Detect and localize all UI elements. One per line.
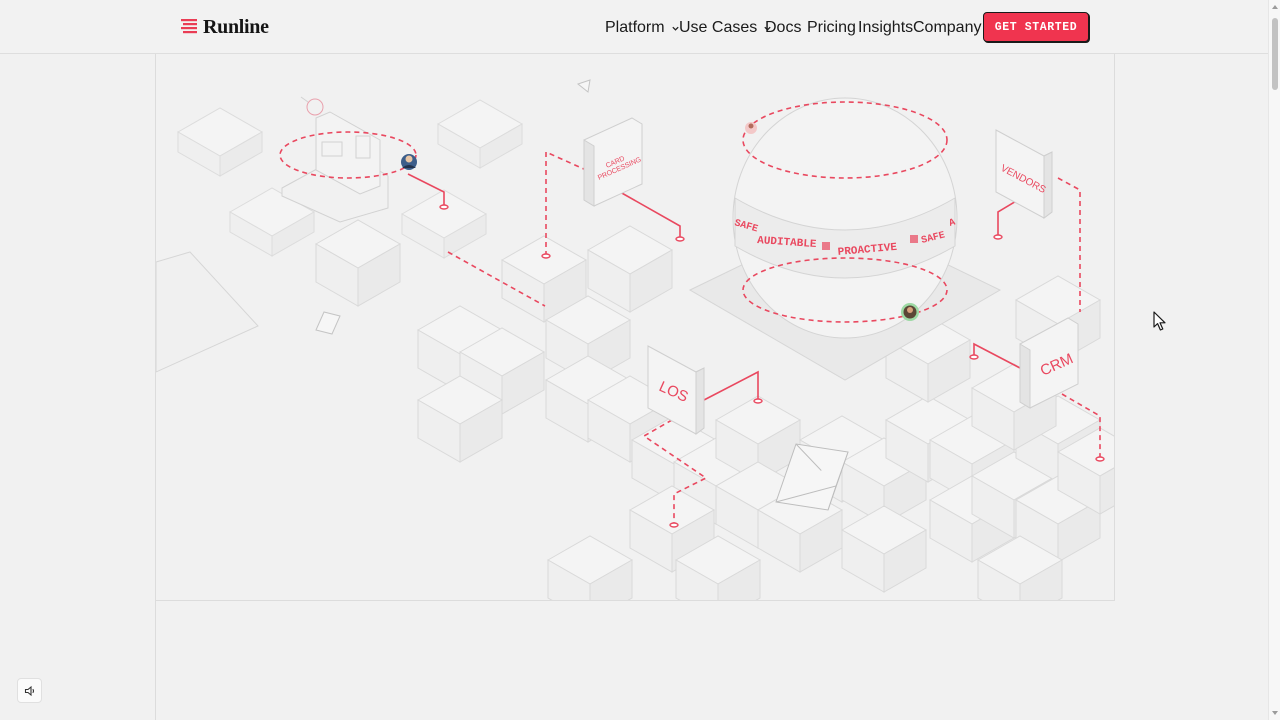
scroll-thumb[interactable] — [1272, 18, 1278, 90]
runline-logo-icon — [181, 19, 197, 34]
isometric-scene: SAFE AUDITABLE PROACTIVE SAFE A CARD PRO… — [156, 79, 1114, 600]
nav-label: Company — [913, 19, 982, 36]
avatar — [401, 154, 417, 170]
nav-use-cases[interactable]: Use Cases — [679, 19, 772, 37]
band-separator — [910, 235, 918, 243]
sphere: SAFE AUDITABLE PROACTIVE SAFE A — [732, 97, 958, 339]
nav-pricing[interactable]: Pricing — [807, 19, 856, 37]
nav-platform[interactable]: Platform — [605, 19, 680, 37]
brand-name: Runline — [203, 15, 269, 38]
speaker-icon — [24, 685, 34, 696]
scroll-down-icon[interactable] — [1272, 711, 1278, 715]
avatar — [901, 303, 919, 321]
sign-vendors: VENDORS — [995, 129, 1053, 219]
left-slab — [156, 251, 259, 373]
nav-docs[interactable]: Docs — [765, 19, 801, 37]
hero-illustration: SAFE AUDITABLE PROACTIVE SAFE A CARD PRO… — [156, 54, 1114, 600]
sign-card-processing: CARD PROCESSING — [583, 117, 643, 207]
sound-toggle-button[interactable] — [17, 678, 42, 703]
nav-company[interactable]: Company — [913, 19, 981, 37]
nav-label: Pricing — [807, 19, 856, 36]
content-frame-bottom — [155, 600, 1115, 601]
band-separator — [822, 242, 830, 250]
avatar — [745, 122, 757, 134]
nav-label: Insights — [858, 19, 914, 36]
page-scrollbar[interactable] — [1268, 0, 1280, 720]
nav-label: Docs — [765, 19, 802, 36]
mouse-cursor-icon — [1153, 311, 1166, 331]
get-started-button[interactable]: GET STARTED — [983, 12, 1089, 42]
scroll-up-icon[interactable] — [1272, 5, 1278, 9]
content-frame-right — [1114, 54, 1115, 600]
nav-label: Use Cases — [679, 19, 758, 36]
site-header: Runline Platform Use Cases Docs Pricing … — [0, 0, 1268, 54]
brand-logo[interactable]: Runline — [181, 14, 269, 40]
nav-label: Platform — [605, 19, 665, 36]
nav-insights[interactable]: Insights — [858, 19, 913, 37]
phone-illustration — [281, 96, 389, 223]
